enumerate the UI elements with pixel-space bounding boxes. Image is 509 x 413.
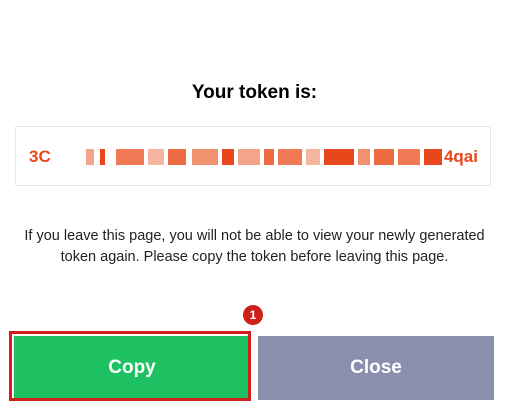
dialog-title: Your token is: xyxy=(191,82,318,103)
warning-message: If you leave this page, you will not be … xyxy=(24,228,485,265)
close-button[interactable]: Close xyxy=(258,336,494,400)
token-suffix: 4qai xyxy=(443,147,478,166)
token-redaction-mask xyxy=(86,149,442,165)
token-display-box[interactable]: 3C 4qai xyxy=(15,126,491,186)
token-prefix: 3C xyxy=(29,147,51,166)
step-badge: 1 xyxy=(243,305,263,325)
copy-button[interactable]: Copy xyxy=(14,336,250,400)
